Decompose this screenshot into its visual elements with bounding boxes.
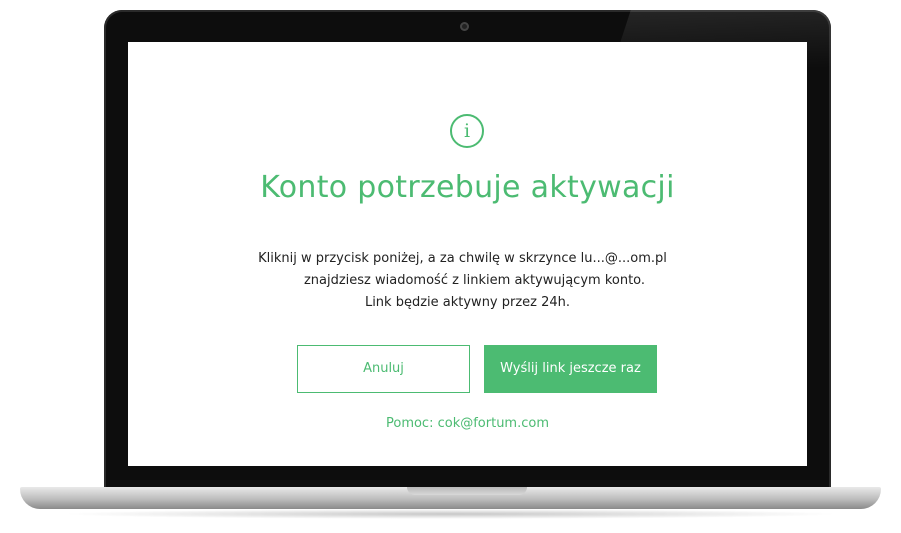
laptop-lid: i Konto potrzebuje aktywacji Kliknij w p… — [104, 10, 831, 494]
dialog-message: Kliknij w przycisk poniżej, a za chwilę … — [128, 248, 807, 314]
laptop-mockup: i Konto potrzebuje aktywacji Kliknij w p… — [0, 0, 901, 533]
message-line: Kliknij w przycisk poniżej, a za chwilę … — [258, 251, 667, 266]
laptop-base — [20, 487, 881, 509]
resend-link-button[interactable]: Wyślij link jeszcze raz — [484, 345, 657, 393]
message-line: znajdziesz wiadomość z linkiem aktywując… — [303, 273, 646, 288]
laptop-base-notch — [407, 487, 527, 495]
info-icon: i — [450, 114, 484, 148]
help-contact-link[interactable]: Pomoc: cok@fortum.com — [128, 416, 807, 431]
webcam — [460, 22, 469, 31]
activation-dialog: i Konto potrzebuje aktywacji Kliknij w p… — [128, 42, 807, 466]
dialog-title: Konto potrzebuje aktywacji — [260, 170, 675, 205]
laptop-shadow — [60, 509, 841, 519]
cancel-button[interactable]: Anuluj — [297, 345, 470, 393]
laptop-screen: i Konto potrzebuje aktywacji Kliknij w p… — [128, 42, 807, 466]
message-line: Link będzie aktywny przez 24h. — [364, 295, 571, 310]
